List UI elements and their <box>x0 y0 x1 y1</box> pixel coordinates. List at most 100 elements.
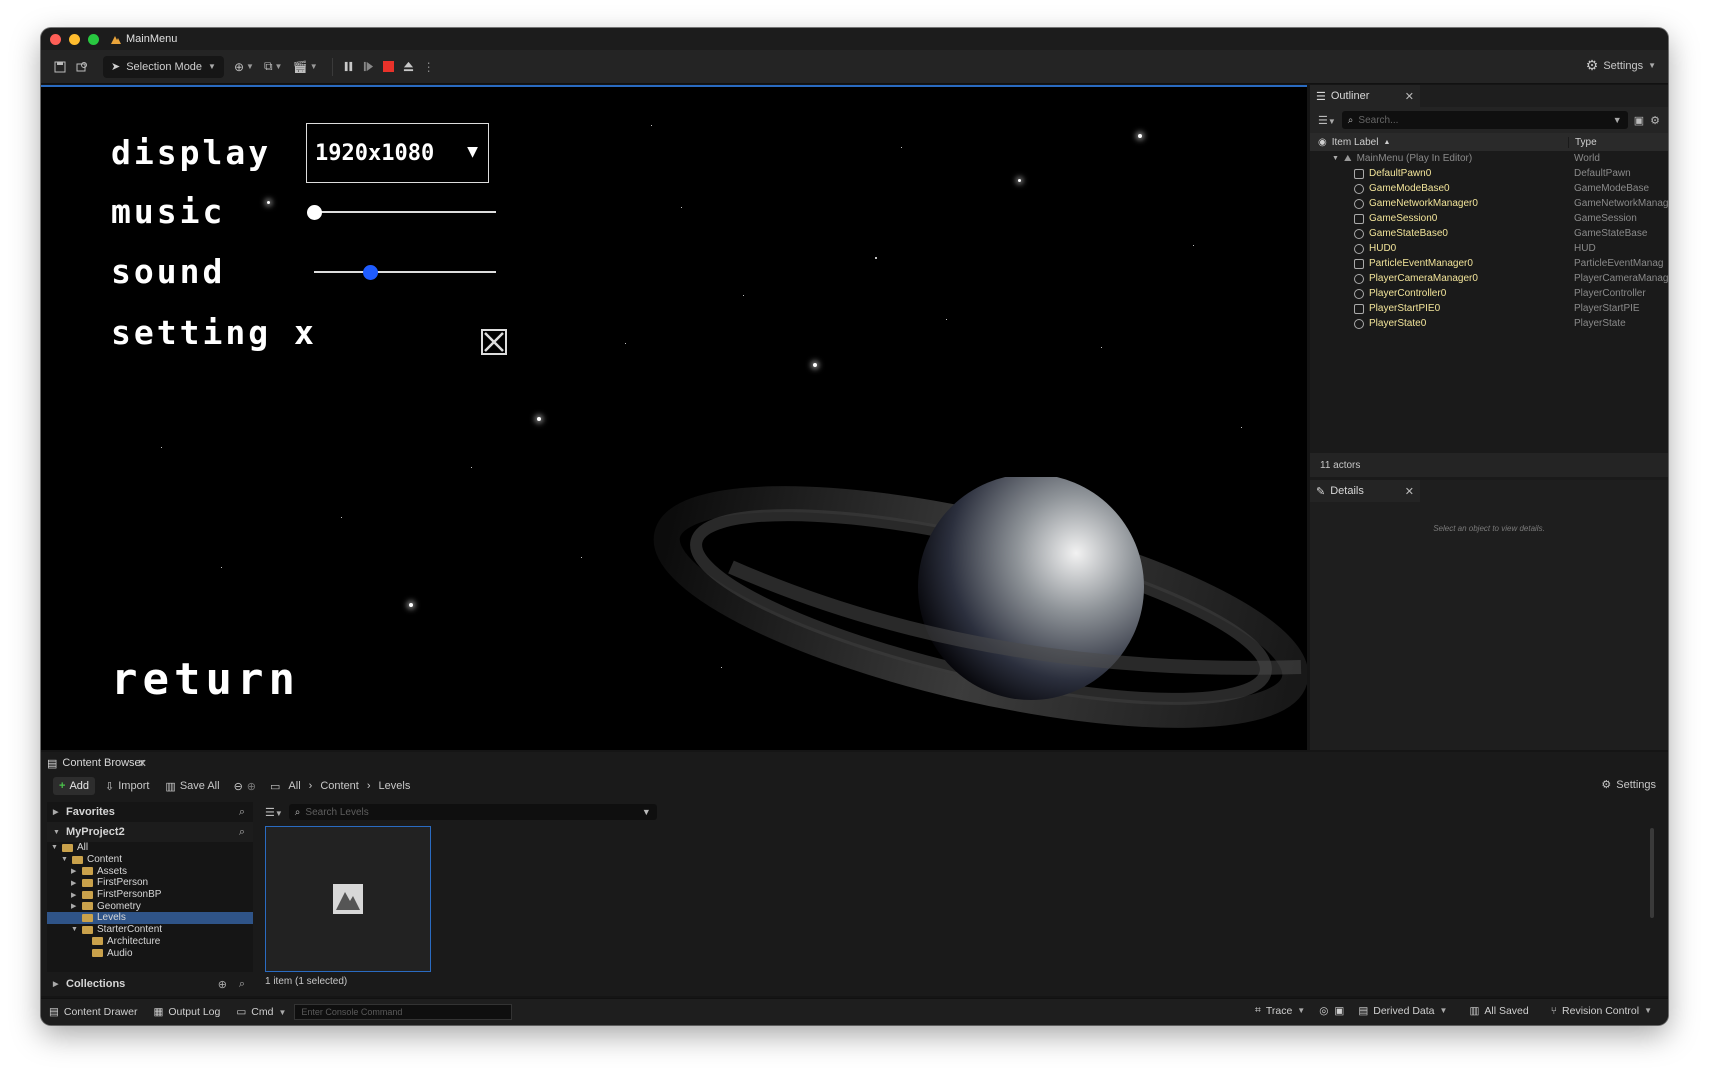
expand-arrow-icon[interactable]: ▶ <box>71 879 78 887</box>
music-slider-thumb[interactable] <box>307 205 322 220</box>
filter-icon[interactable]: ☰▼ <box>1318 114 1336 127</box>
gear-icon[interactable]: ⚙ <box>1650 114 1660 127</box>
save-icon[interactable] <box>49 56 71 78</box>
trace-dropdown[interactable]: ⌗ Trace ▼ <box>1247 1004 1313 1017</box>
outliner-row[interactable]: GameModeBase0 GameModeBase <box>1310 181 1668 196</box>
cinematics-dropdown[interactable]: 🎬︎ ▼ <box>292 60 317 74</box>
cursor-icon: ➤ <box>111 61 121 73</box>
actor-icon <box>1354 228 1364 239</box>
console-command-input[interactable]: Enter Console Command <box>294 1004 513 1020</box>
breadcrumb-all[interactable]: All <box>288 780 300 792</box>
visibility-eye-icon[interactable]: ◉ <box>1318 137 1327 148</box>
asset-view-scrollbar[interactable] <box>1650 828 1654 918</box>
step-frame-button[interactable] <box>359 57 379 77</box>
expand-arrow-icon[interactable]: ▶ <box>71 902 78 910</box>
outliner-row[interactable]: DefaultPawn0 DefaultPawn <box>1310 166 1668 181</box>
output-log-button[interactable]: ▦ Output Log <box>145 1006 228 1018</box>
record-icon[interactable]: ◎ <box>1319 1005 1328 1017</box>
folder-tree-item[interactable]: ▶ FirstPerson <box>47 877 253 889</box>
search-icon[interactable]: ⌕ <box>239 978 245 991</box>
folder-tree-item[interactable]: ▶ Geometry <box>47 900 253 912</box>
expand-arrow-icon[interactable]: ▼ <box>61 856 68 863</box>
outliner-row[interactable]: GameSession0 GameSession <box>1310 211 1668 226</box>
outliner-row[interactable]: PlayerCameraManager0 PlayerCameraManag <box>1310 271 1668 286</box>
content-browser-toolbar: + Add ⇩ Import ▥ Save All ⊖ ⊕ ▭ All › Co… <box>41 774 1668 798</box>
minimize-window-button[interactable] <box>69 33 80 45</box>
outliner-row[interactable]: PlayerStartPIE0 PlayerStartPIE <box>1310 301 1668 316</box>
folder-tree-item[interactable]: Levels <box>47 912 253 924</box>
favorites-section[interactable]: ▶ Favorites ⌕ <box>47 802 253 822</box>
outliner-row[interactable]: ParticleEventManager0 ParticleEventManag <box>1310 256 1668 271</box>
tab-content-browser[interactable]: ▤ Content Browser ✕ <box>41 752 153 774</box>
close-icon[interactable]: ✕ <box>138 757 147 770</box>
tab-outliner[interactable]: ☰ Outliner ✕ <box>1310 85 1420 107</box>
return-button[interactable]: return <box>111 654 300 705</box>
stop-button[interactable] <box>379 57 399 77</box>
close-icon[interactable]: ✕ <box>1405 485 1414 498</box>
filter-icon[interactable]: ☰▼ <box>265 806 283 819</box>
cmd-dropdown[interactable]: ▭ Cmd ▼ <box>228 1006 294 1018</box>
tab-details[interactable]: ✎ Details ✕ <box>1310 480 1420 502</box>
collections-section[interactable]: ▶ Collections ⊕ ⌕ <box>47 974 253 994</box>
outliner-panel: ☰ Outliner ✕ ☰▼ ⌕ Search... ▼ ▣ ⚙ ◉ Item… <box>1310 85 1668 750</box>
content-browser-settings-button[interactable]: ⚙ Settings <box>1601 778 1656 792</box>
expand-arrow-icon[interactable]: ▶ <box>71 867 78 875</box>
display-resolution-dropdown[interactable]: 1920x1080 ▼ <box>306 123 489 183</box>
expand-arrow-icon[interactable]: ▶ <box>71 891 78 899</box>
expand-arrow-icon[interactable]: ▼ <box>1332 155 1339 162</box>
blueprint-dropdown[interactable]: ⧉ ▼ <box>264 59 283 74</box>
folder-tree-item[interactable]: ▼ All <box>47 842 253 854</box>
derived-data-dropdown[interactable]: ▤ Derived Data ▼ <box>1350 1005 1455 1017</box>
music-slider[interactable] <box>307 205 496 220</box>
sound-slider[interactable] <box>314 265 496 280</box>
search-icon[interactable]: ⌕ <box>239 826 245 839</box>
back-arrow-icon[interactable]: ⊖ <box>234 780 243 793</box>
folder-tree-item[interactable]: ▼ Content <box>47 854 253 866</box>
outliner-row[interactable]: PlayerController0 PlayerController <box>1310 286 1668 301</box>
expand-arrow-icon[interactable]: ▼ <box>71 926 78 933</box>
project-section[interactable]: ▼ MyProject2 ⌕ <box>47 822 253 842</box>
folder-tree-item[interactable]: ▼ StarterContent <box>47 924 253 936</box>
folder-tree-item[interactable]: Architecture <box>47 936 253 948</box>
breadcrumb-content[interactable]: Content <box>320 780 359 792</box>
setting-x-checkbox[interactable] <box>481 329 507 355</box>
eject-button[interactable] <box>399 57 419 77</box>
browse-icon[interactable] <box>71 56 93 78</box>
screenshot-icon[interactable]: ▣ <box>1334 1005 1344 1017</box>
save-all-button[interactable]: ▥ Save All <box>159 777 225 795</box>
item-label-column[interactable]: Item Label <box>1332 137 1379 148</box>
forward-arrow-icon[interactable]: ⊕ <box>247 780 256 793</box>
search-levels-input[interactable]: ⌕ Search Levels ▼ <box>288 804 657 820</box>
folder-tree-item[interactable]: ▶ Assets <box>47 865 253 877</box>
level-asset-tile[interactable] <box>265 826 431 972</box>
breadcrumb-levels[interactable]: Levels <box>379 780 411 792</box>
folder-tree-item[interactable]: ▶ FirstPersonBP <box>47 889 253 901</box>
close-icon[interactable]: ✕ <box>1405 90 1414 103</box>
more-options-icon[interactable]: ⋮ <box>419 57 439 77</box>
game-viewport[interactable]: display 1920x1080 ▼ music sound setting … <box>41 85 1307 750</box>
world-row[interactable]: ▼ ⛰ MainMenu (Play In Editor) World <box>1310 151 1668 166</box>
search-icon[interactable]: ⌕ <box>239 806 245 819</box>
type-column[interactable]: Type <box>1568 136 1668 148</box>
revision-control-dropdown[interactable]: ⑂ Revision Control ▼ <box>1543 1005 1660 1017</box>
settings-button[interactable]: ⚙ Settings ▼ <box>1586 57 1656 74</box>
outliner-row[interactable]: PlayerState0 PlayerState <box>1310 316 1668 331</box>
pause-button[interactable] <box>339 57 359 77</box>
new-folder-icon[interactable]: ▣ <box>1634 114 1644 127</box>
outliner-search-input[interactable]: ⌕ Search... ▼ <box>1341 111 1628 129</box>
add-collection-icon[interactable]: ⊕ <box>218 978 227 991</box>
outliner-row[interactable]: GameStateBase0 GameStateBase <box>1310 226 1668 241</box>
import-button[interactable]: ⇩ Import <box>99 777 155 795</box>
outliner-row[interactable]: HUD0 HUD <box>1310 241 1668 256</box>
outliner-row[interactable]: GameNetworkManager0 GameNetworkManag <box>1310 196 1668 211</box>
add-actor-dropdown[interactable]: ⊕ ▼ <box>234 60 254 74</box>
close-window-button[interactable] <box>50 33 61 45</box>
sound-slider-thumb[interactable] <box>363 265 379 280</box>
selection-mode-dropdown[interactable]: ➤ Selection Mode ▼ <box>103 55 224 78</box>
maximize-window-button[interactable] <box>88 33 99 45</box>
folder-tree-item[interactable]: Audio <box>47 947 253 959</box>
all-saved-button[interactable]: ▥ All Saved <box>1461 1005 1536 1017</box>
content-drawer-button[interactable]: ▤ Content Drawer <box>41 1006 145 1018</box>
add-button[interactable]: + Add <box>53 777 96 795</box>
expand-arrow-icon[interactable]: ▼ <box>51 844 58 851</box>
